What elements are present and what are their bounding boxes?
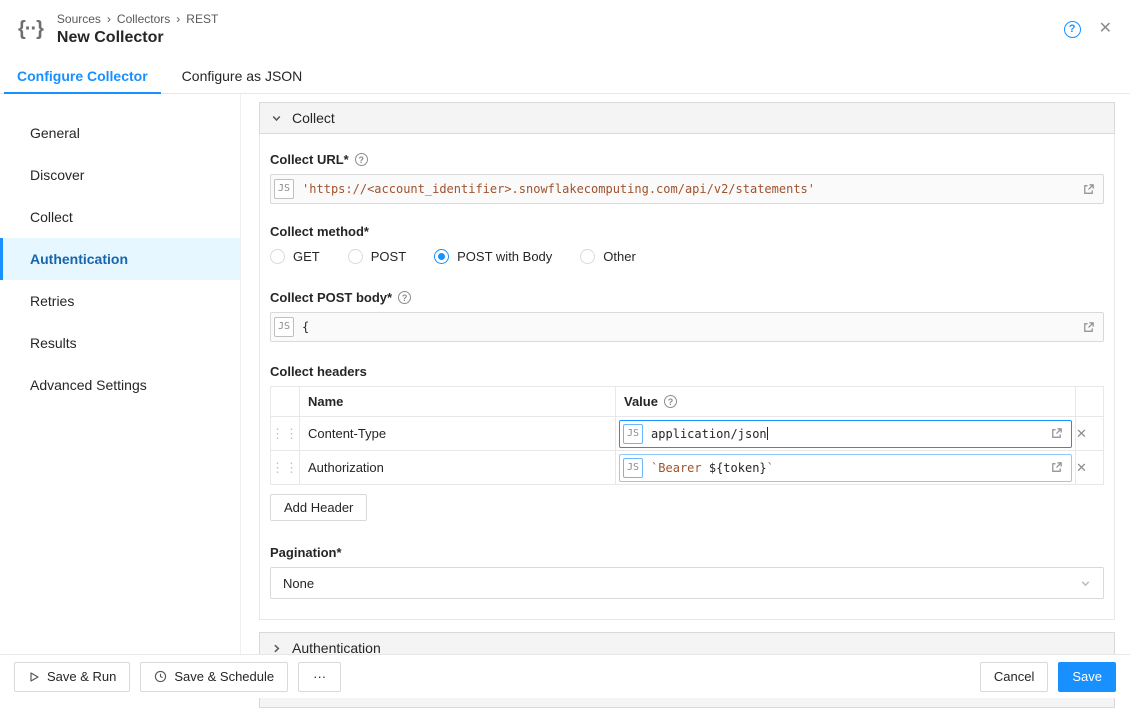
modal-header: {··} Sources › Collectors › REST New Col… bbox=[0, 0, 1130, 58]
select-chevron-icon bbox=[1080, 578, 1091, 589]
breadcrumb-separator: › bbox=[176, 12, 180, 26]
sidebar-item-retries[interactable]: Retries bbox=[0, 280, 240, 322]
radio-circle-icon bbox=[434, 249, 449, 264]
breadcrumb-item-collectors[interactable]: Collectors bbox=[117, 12, 170, 26]
play-icon bbox=[28, 671, 40, 683]
value-column-header: Value ? bbox=[616, 387, 1076, 417]
js-badge: JS bbox=[274, 317, 294, 337]
radio-post-with-body[interactable]: POST with Body bbox=[434, 249, 552, 264]
collect-url-input[interactable]: JS 'https://<account_identifier>.snowfla… bbox=[270, 174, 1104, 204]
remove-header-icon[interactable]: ✕ bbox=[1076, 417, 1104, 451]
post-body-label: Collect POST body* bbox=[270, 290, 392, 305]
sidebar-item-authentication[interactable]: Authentication bbox=[0, 238, 240, 280]
page-title: New Collector bbox=[57, 29, 218, 47]
app-logo-icon: {··} bbox=[18, 18, 43, 41]
breadcrumb-item-rest[interactable]: REST bbox=[186, 12, 218, 26]
sidebar-item-results[interactable]: Results bbox=[0, 322, 240, 364]
chevron-down-icon bbox=[271, 113, 282, 124]
help-icon[interactable]: ? bbox=[1064, 21, 1081, 38]
remove-header-icon[interactable]: ✕ bbox=[1076, 451, 1104, 485]
tab-bar: Configure Collector Configure as JSON bbox=[0, 58, 1130, 94]
expand-editor-icon[interactable] bbox=[1050, 461, 1063, 474]
post-body-value: { bbox=[302, 320, 1074, 334]
breadcrumb-separator: › bbox=[107, 12, 111, 26]
header-name[interactable]: Authorization bbox=[300, 451, 616, 485]
header-value-text: application/json bbox=[651, 427, 1042, 441]
pagination-select[interactable]: None bbox=[270, 567, 1104, 599]
expand-editor-icon[interactable] bbox=[1082, 183, 1095, 196]
post-body-label-row: Collect POST body* ? bbox=[270, 290, 1104, 305]
sidebar-item-advanced-settings[interactable]: Advanced Settings bbox=[0, 364, 240, 406]
breadcrumb: Sources › Collectors › REST bbox=[57, 12, 218, 26]
header-value-input[interactable]: JS application/json bbox=[619, 420, 1072, 448]
help-tooltip-icon[interactable]: ? bbox=[355, 153, 368, 166]
post-body-input[interactable]: JS { bbox=[270, 312, 1104, 342]
drag-handle-icon[interactable]: ⋮⋮ bbox=[271, 417, 300, 451]
sidebar-item-collect[interactable]: Collect bbox=[0, 196, 240, 238]
radio-post[interactable]: POST bbox=[348, 249, 406, 264]
save-and-run-button[interactable]: Save & Run bbox=[14, 662, 130, 692]
text-cursor bbox=[767, 427, 768, 440]
collect-url-label: Collect URL* bbox=[270, 152, 349, 167]
save-and-schedule-button[interactable]: Save & Schedule bbox=[140, 662, 288, 692]
collect-url-label-row: Collect URL* ? bbox=[270, 152, 1104, 167]
sidebar-item-discover[interactable]: Discover bbox=[0, 154, 240, 196]
expand-editor-icon[interactable] bbox=[1050, 427, 1063, 440]
collect-url-value: 'https://<account_identifier>.snowflakec… bbox=[302, 182, 1074, 196]
add-header-button[interactable]: Add Header bbox=[270, 494, 367, 521]
radio-get[interactable]: GET bbox=[270, 249, 320, 264]
drag-column-header bbox=[271, 387, 300, 417]
expand-editor-icon[interactable] bbox=[1082, 321, 1095, 334]
section-collect: Collect Collect URL* ? JS 'https://<acco… bbox=[259, 102, 1115, 620]
radio-circle-icon bbox=[580, 249, 595, 264]
radio-post-label: POST bbox=[371, 249, 406, 264]
pagination-selected-value: None bbox=[283, 576, 314, 591]
collect-method-label: Collect method* bbox=[270, 224, 1104, 239]
chevron-right-icon bbox=[271, 643, 282, 654]
radio-post-with-body-label: POST with Body bbox=[457, 249, 552, 264]
save-button[interactable]: Save bbox=[1058, 662, 1116, 692]
radio-other-label: Other bbox=[603, 249, 636, 264]
config-sidebar: General Discover Collect Authentication … bbox=[0, 94, 241, 654]
js-badge: JS bbox=[274, 179, 294, 199]
section-collect-body: Collect URL* ? JS 'https://<account_iden… bbox=[259, 134, 1115, 620]
help-tooltip-icon[interactable]: ? bbox=[664, 395, 677, 408]
header-value-text: `Bearer ${token}` bbox=[651, 461, 1042, 475]
radio-circle-icon bbox=[348, 249, 363, 264]
js-badge: JS bbox=[623, 424, 643, 444]
close-icon[interactable]: ✕ bbox=[1099, 21, 1112, 37]
more-actions-button[interactable]: ··· bbox=[298, 662, 341, 692]
radio-circle-icon bbox=[270, 249, 285, 264]
tab-configure-collector[interactable]: Configure Collector bbox=[0, 58, 165, 93]
table-row: ⋮⋮ Authorization JS `Bearer ${token}` bbox=[271, 451, 1104, 485]
header-name[interactable]: Content-Type bbox=[300, 417, 616, 451]
modal-footer: Save & Run Save & Schedule ··· Cancel Sa… bbox=[0, 654, 1130, 698]
pagination-label: Pagination* bbox=[270, 545, 1104, 560]
config-content: Collect Collect URL* ? JS 'https://<acco… bbox=[241, 94, 1130, 654]
section-collect-header[interactable]: Collect bbox=[259, 102, 1115, 134]
name-column-header: Name bbox=[300, 387, 616, 417]
help-tooltip-icon[interactable]: ? bbox=[398, 291, 411, 304]
js-badge: JS bbox=[623, 458, 643, 478]
radio-get-label: GET bbox=[293, 249, 320, 264]
cancel-button[interactable]: Cancel bbox=[980, 662, 1048, 692]
clock-icon bbox=[154, 670, 167, 683]
header-text: Sources › Collectors › REST New Collecto… bbox=[57, 12, 218, 47]
remove-column-header bbox=[1076, 387, 1104, 417]
sidebar-item-general[interactable]: General bbox=[0, 112, 240, 154]
collect-headers-label: Collect headers bbox=[270, 364, 1104, 379]
collect-headers-table: Name Value ? ⋮⋮ Content-Type bbox=[270, 386, 1104, 485]
table-row: ⋮⋮ Content-Type JS application/json bbox=[271, 417, 1104, 451]
breadcrumb-item-sources[interactable]: Sources bbox=[57, 12, 101, 26]
collect-method-radio-group: GET POST POST with Body Other bbox=[270, 249, 1104, 264]
ellipsis-icon: ··· bbox=[313, 669, 326, 684]
tab-configure-as-json[interactable]: Configure as JSON bbox=[165, 58, 320, 93]
radio-other[interactable]: Other bbox=[580, 249, 636, 264]
drag-handle-icon[interactable]: ⋮⋮ bbox=[271, 451, 300, 485]
header-value-input[interactable]: JS `Bearer ${token}` bbox=[619, 454, 1072, 482]
section-collect-title: Collect bbox=[292, 110, 335, 126]
